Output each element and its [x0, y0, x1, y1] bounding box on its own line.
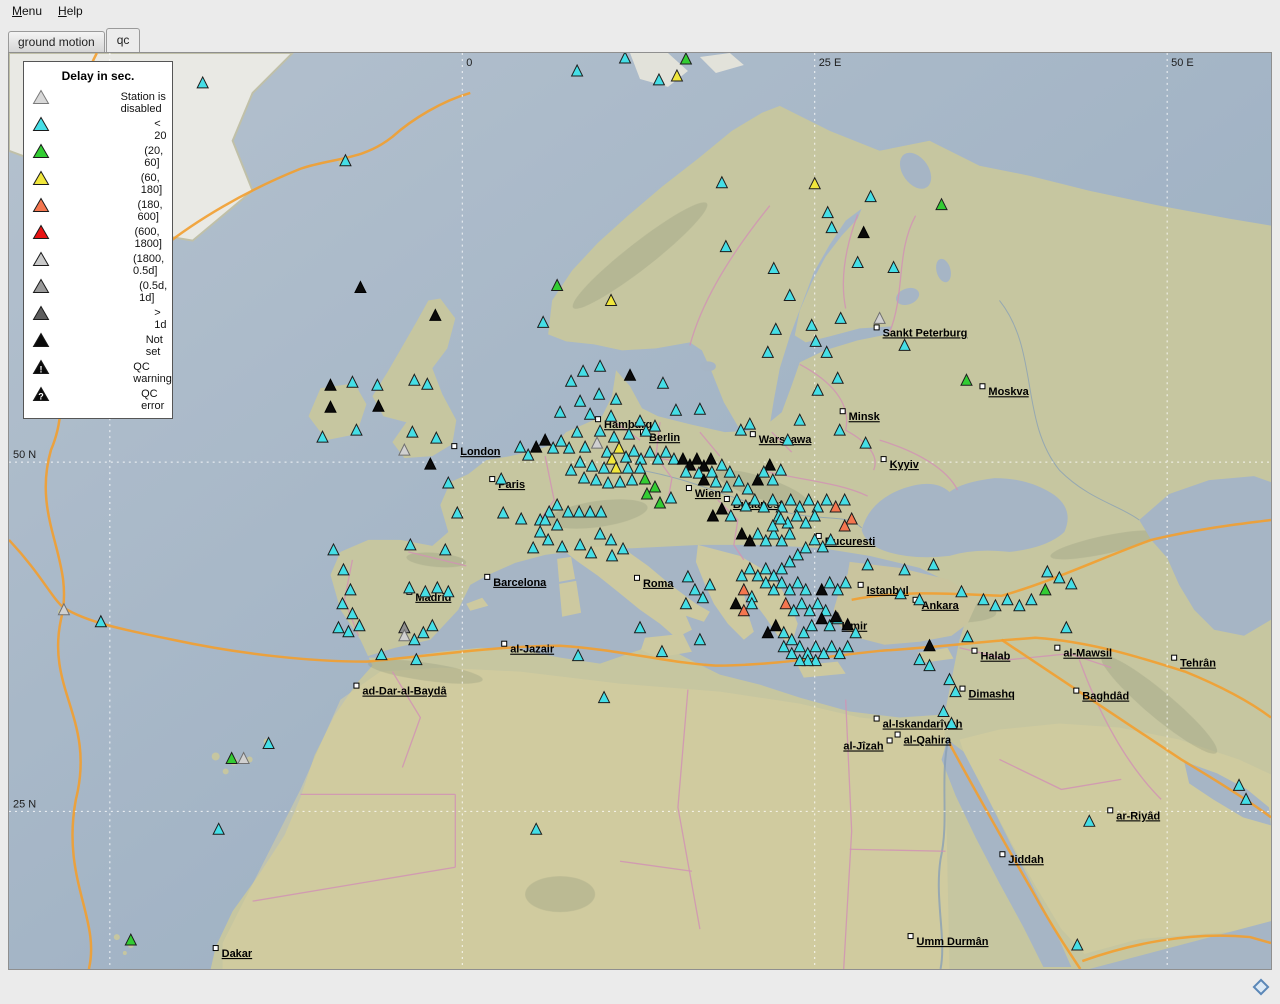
- latitude-label: 50 N: [13, 449, 36, 461]
- svg-text:?: ?: [38, 392, 44, 402]
- station-triangle-icon: [32, 116, 146, 143]
- legend-label: QC error: [141, 388, 172, 412]
- lake-vanern: [700, 361, 716, 371]
- legend-item: (1800, 0.5d]: [24, 251, 172, 278]
- legend-item: (20, 60]: [24, 143, 172, 170]
- city-marker: Umm Durmân: [908, 934, 989, 948]
- city-label: London: [460, 446, 501, 458]
- longitude-label: 50 E: [1171, 57, 1194, 69]
- tab-bar: ground motionqc: [8, 29, 141, 52]
- legend-item: (180, 600]: [24, 197, 172, 224]
- city-marker: Warszawa: [750, 432, 812, 446]
- legend-item: (600, 1800]: [24, 224, 172, 251]
- legend-label: (20, 60]: [144, 145, 172, 169]
- canary-1: [212, 752, 220, 760]
- menu-item-help[interactable]: Help: [50, 2, 91, 20]
- tab-ground-motion[interactable]: ground motion: [8, 31, 105, 52]
- city-marker: Barcelona: [485, 574, 547, 588]
- longitude-label: 0: [466, 57, 472, 69]
- city-label: Minsk: [849, 411, 881, 423]
- city-label: Sankt Peterburg: [883, 327, 968, 339]
- city-label: Moskva: [988, 386, 1029, 398]
- latitude-label: 25 N: [13, 798, 36, 810]
- city-label: Dimashq: [968, 689, 1014, 701]
- city-label: Roma: [643, 578, 674, 590]
- legend-label: (0.5d, 1d]: [139, 280, 172, 304]
- city-label: al-Mawsil: [1063, 648, 1112, 660]
- city-label: ad-Dar-al-Baydâ: [362, 686, 447, 698]
- city-marker: ad-Dar-al-Baydâ: [354, 683, 448, 697]
- basemap: [9, 53, 1271, 969]
- status-diamond-icon[interactable]: [1253, 979, 1270, 996]
- legend-label: (60, 180]: [141, 172, 172, 196]
- station-triangle-icon: [32, 197, 130, 224]
- legend-label: Not set: [146, 334, 172, 358]
- legend-items: Station is disabled < 20 (20, 60] (60, 180]…: [24, 89, 172, 413]
- capeverde-1: [114, 934, 120, 940]
- city-marker: ar-Riyâd: [1108, 808, 1160, 822]
- station-triangle-icon: [32, 89, 113, 116]
- city-label: al-Jazair: [510, 644, 555, 656]
- canary-4: [223, 768, 229, 774]
- city-label: Jiddah: [1008, 854, 1044, 866]
- city-label: al-Jîzah: [843, 740, 884, 752]
- station-triangle-icon: [32, 251, 125, 278]
- legend-label: QC warning: [133, 361, 172, 385]
- station-triangle-icon: [32, 170, 133, 197]
- city-label: Barcelona: [493, 577, 547, 589]
- legend: Delay in sec. Station is disabled < 20 (20…: [23, 61, 173, 419]
- station-triangle-icon: [32, 305, 146, 332]
- map-canvas[interactable]: LondonParisHamburgBerlinWarszawaMinskMos…: [9, 53, 1271, 969]
- city-label: Halab: [980, 651, 1010, 663]
- legend-label: (1800, 0.5d]: [133, 253, 172, 277]
- legend-item: > 1d: [24, 305, 172, 332]
- longitude-label: 25 E: [819, 57, 842, 69]
- station-triangle-icon: [32, 278, 131, 305]
- city-label: Berlin: [649, 432, 680, 444]
- legend-title: Delay in sec.: [24, 64, 172, 89]
- capeverde-3: [123, 951, 127, 955]
- city-label: Baghdâd: [1082, 691, 1129, 703]
- station-triangle-icon: !: [32, 359, 125, 386]
- legend-item: ! QC warning: [24, 359, 172, 386]
- station-triangle-icon: ?: [32, 386, 133, 413]
- city-label: Dakar: [222, 948, 253, 960]
- legend-label: < 20: [154, 118, 172, 142]
- city-label: Wien: [695, 488, 721, 500]
- city-label: Ankara: [922, 600, 960, 612]
- city-marker: Dimashq: [960, 686, 1015, 700]
- legend-label: > 1d: [154, 307, 172, 331]
- legend-label: Station is disabled: [121, 91, 172, 115]
- station-triangle-icon: [32, 224, 126, 251]
- city-marker: Baghdâd: [1074, 688, 1129, 702]
- legend-item: (0.5d, 1d]: [24, 278, 172, 305]
- legend-item: ? QC error: [24, 386, 172, 413]
- city-label: ar-Riyâd: [1116, 810, 1160, 822]
- city-marker: Sankt Peterburg: [874, 325, 967, 339]
- tab-qc[interactable]: qc: [106, 28, 141, 52]
- city-label: al-Qahira: [904, 734, 952, 746]
- city-marker: al-Jazair: [502, 641, 555, 655]
- city-label: Tehrân: [1180, 658, 1216, 670]
- status-bar: [0, 970, 1280, 1004]
- menu-bar: MenuHelp: [0, 0, 1280, 22]
- station-triangle-icon: [32, 143, 136, 170]
- legend-item: Not set: [24, 332, 172, 359]
- legend-item: Station is disabled: [24, 89, 172, 116]
- city-label: Kyyiv: [890, 459, 920, 471]
- legend-label: (600, 1800]: [134, 226, 172, 250]
- city-marker: al-Qahira: [895, 732, 952, 746]
- svg-text:!: !: [40, 365, 43, 375]
- map-area[interactable]: LondonParisHamburgBerlinWarszawaMinskMos…: [8, 52, 1272, 970]
- legend-label: (180, 600]: [138, 199, 173, 223]
- city-label: Umm Durmân: [917, 936, 989, 948]
- menu-item-menu[interactable]: Menu: [4, 2, 50, 20]
- station-triangle-icon: [32, 332, 138, 359]
- city-marker: al-Mawsil: [1055, 645, 1112, 659]
- legend-item: (60, 180]: [24, 170, 172, 197]
- legend-item: < 20: [24, 116, 172, 143]
